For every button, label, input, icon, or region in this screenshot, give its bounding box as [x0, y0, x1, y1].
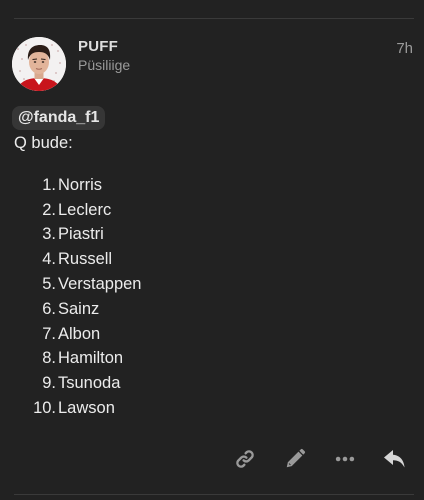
list-item-number: 9. — [42, 374, 56, 393]
avatar[interactable] — [12, 37, 66, 91]
list-item-number: 10. — [33, 399, 56, 418]
more-options-button[interactable] — [330, 444, 360, 474]
list-item: 6. Sainz — [14, 297, 141, 322]
avatar-image — [12, 37, 66, 91]
list-item-number: 5. — [42, 275, 56, 294]
list-item: 9. Tsunoda — [14, 371, 141, 396]
list-item: 2. Leclerc — [14, 198, 141, 223]
list-item: 3. Piastri — [14, 223, 141, 248]
list-item: 1. Norris — [14, 173, 141, 198]
link-icon — [236, 450, 254, 468]
username[interactable]: PUFF — [78, 38, 118, 55]
list-item-name: Lawson — [58, 399, 115, 418]
list-item: 10. Lawson — [14, 396, 141, 421]
user-title: Püsiliige — [78, 57, 131, 73]
reply-icon — [384, 450, 405, 468]
list-item-name: Norris — [58, 175, 102, 194]
list-item-name: Piastri — [58, 225, 104, 244]
list-item: 8. Hamilton — [14, 347, 141, 372]
post-actions — [210, 444, 410, 474]
reply-button[interactable] — [380, 444, 410, 474]
list-item-name: Russell — [58, 250, 113, 269]
post-text: Q bude: — [14, 134, 73, 152]
list-item-name: Sainz — [58, 299, 100, 318]
list-item-name: Hamilton — [58, 349, 124, 368]
list-item-number: 3. — [42, 225, 56, 244]
copy-link-button[interactable] — [230, 444, 260, 474]
list-item-number: 2. — [42, 200, 56, 219]
list-item: 4. Russell — [14, 247, 141, 272]
list-item-name: Verstappen — [58, 275, 142, 294]
list-item: 5. Verstappen — [14, 272, 141, 297]
list-item-name: Leclerc — [58, 200, 112, 219]
pencil-icon — [286, 448, 306, 468]
list-item-name: Albon — [58, 324, 101, 343]
bottom-divider — [14, 494, 414, 495]
top-divider — [14, 18, 414, 19]
list-item-number: 7. — [42, 324, 56, 343]
list-item-number: 4. — [42, 250, 56, 269]
ranking-list: 1. Norris 2. Leclerc 3. Piastri 4. Russell 5… — [14, 173, 141, 421]
ellipsis-icon — [335, 456, 355, 462]
list-item: 7. Albon — [14, 322, 141, 347]
list-item-number: 1. — [42, 175, 56, 194]
post-date[interactable]: 7h — [396, 40, 413, 57]
list-item-number: 8. — [42, 349, 56, 368]
user-mention[interactable]: @fanda_f1 — [12, 106, 106, 130]
list-item-number: 6. — [42, 299, 56, 318]
list-item-name: Tsunoda — [58, 374, 121, 393]
edit-button[interactable] — [280, 444, 310, 474]
